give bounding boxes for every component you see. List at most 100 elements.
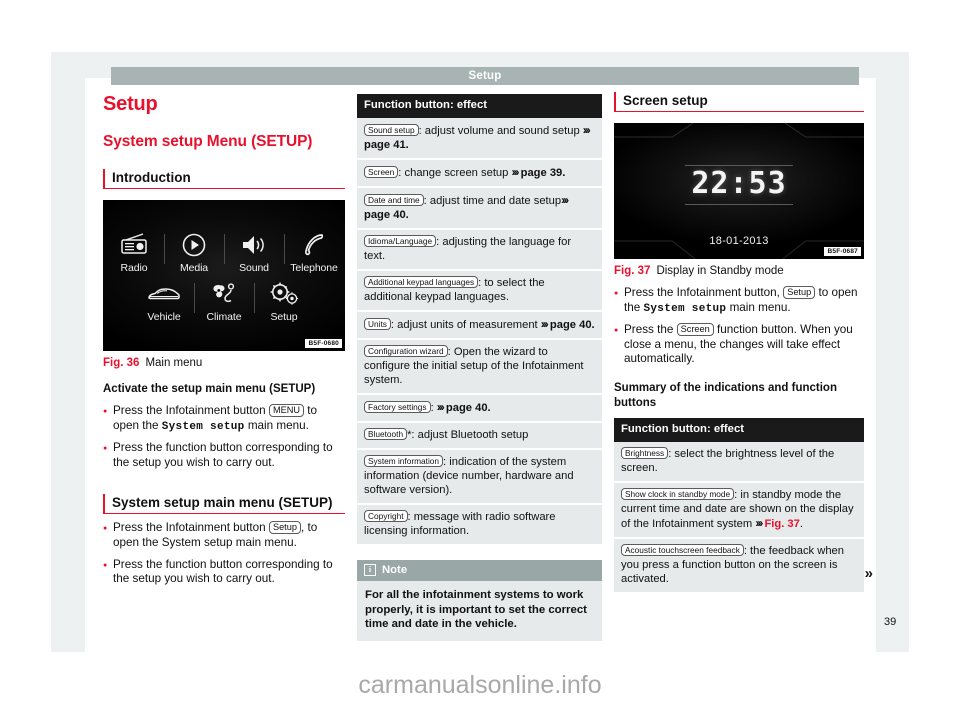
info-icon: i <box>364 564 376 576</box>
table-row[interactable]: Factory settings: ››› page 40. <box>357 395 602 423</box>
summary-heading: Summary of the indications and function … <box>614 381 837 409</box>
function-button-chip[interactable]: Units <box>364 318 391 330</box>
bullet-open-setup-menu: Press the Infotainment button Setup, to … <box>103 521 345 550</box>
menu-label-radio: Radio <box>120 261 148 274</box>
bullet-1-pre: Press the Infotainment button, <box>624 286 784 299</box>
menu-key-button[interactable]: MENU <box>268 404 304 417</box>
menu-label-vehicle: Vehicle <box>147 310 181 323</box>
main-menu-grid: Radio Media Sound Telephone Vehicle Clim… <box>103 200 345 351</box>
function-button-chip[interactable]: Copyright <box>364 510 408 522</box>
function-button-chip[interactable]: Bluetooth <box>364 428 408 440</box>
bullet-1-post: main menu. <box>244 418 309 432</box>
clock-rule-bottom <box>685 204 793 205</box>
screen-key-button[interactable]: Screen <box>676 323 714 337</box>
row-text: : adjust volume and sound setup <box>418 125 583 137</box>
row-ref[interactable]: page 40. <box>446 402 491 414</box>
figure-caption-text: Main menu <box>145 357 203 369</box>
function-button-chip[interactable]: Brightness <box>621 446 669 459</box>
row-ref[interactable]: page 40. <box>550 319 595 331</box>
climate-fan-icon <box>209 277 239 311</box>
row-ref[interactable]: Fig. 37 <box>764 518 799 530</box>
main-menu-row-1: Radio Media Sound Telephone <box>104 228 344 275</box>
section-heading-system-setup-menu: System setup main menu (SETUP) <box>103 494 345 515</box>
row-ref[interactable]: page 39. <box>521 167 566 179</box>
function-button-chip[interactable]: Configuration wizard <box>364 345 448 357</box>
page-title: Setup <box>103 93 158 115</box>
section-heading-introduction: Introduction <box>103 169 345 189</box>
screen-function-table: Function button: effect Brightness: sele… <box>614 417 864 592</box>
bullet-press-function-button-2: Press the function button corresponding … <box>103 558 345 587</box>
table-row[interactable]: Brightness: select the brightness level … <box>614 441 864 483</box>
running-header: Setup <box>111 67 859 85</box>
function-button-chip[interactable]: Show clock in standby mode <box>621 487 735 500</box>
setup-key-button[interactable]: Setup <box>268 521 301 535</box>
row-text: : adjust units of measurement <box>390 319 541 331</box>
bullet-open-system-setup: Press the Infotainment button MENU to op… <box>103 404 345 434</box>
standby-date: 18-01-2013 <box>709 235 769 247</box>
bullet-1-pre: Press the Infotainment button <box>113 404 269 417</box>
note-body: For all the infotainment systems to work… <box>365 589 587 630</box>
function-button-chip[interactable]: Sound setup <box>364 124 419 136</box>
menu-item-radio[interactable]: Radio <box>104 228 164 275</box>
function-button-chip[interactable]: Idioma/Language <box>364 235 437 247</box>
menu-item-vehicle[interactable]: Vehicle <box>134 277 194 324</box>
page-number: 39 <box>884 616 897 628</box>
row-ref[interactable]: page 40. <box>364 209 409 221</box>
figure-code-badge: B5F-0687 <box>824 247 861 256</box>
bullet-open-system-setup-right: Press the Infotainment button, Setup to … <box>614 286 864 316</box>
table-row[interactable]: Date and time: adjust time and date setu… <box>357 188 602 230</box>
main-menu-row-2: Vehicle Climate Setup <box>134 277 314 324</box>
menu-item-setup[interactable]: Setup <box>254 277 314 324</box>
table-header: Function button: effect <box>357 94 602 118</box>
figure-caption: Fig. 37 Display in Standby mode <box>614 264 864 279</box>
table-row[interactable]: Sound setup: adjust volume and sound set… <box>357 118 602 160</box>
bullet-2-pre: Press the <box>624 323 677 337</box>
menu-item-climate[interactable]: Climate <box>194 277 254 324</box>
activate-heading: Activate the setup main menu (SETUP) <box>103 383 316 395</box>
menu-item-sound[interactable]: Sound <box>224 228 284 275</box>
bullet-press-function-button: Press the function button corresponding … <box>103 441 345 470</box>
bullet-1-mono: System setup <box>161 420 245 433</box>
figure-code-badge: B5F-0680 <box>305 339 342 348</box>
right-column: Screen setup 22:53 18-01-2013 B5F-0687 F… <box>614 92 873 592</box>
table-row[interactable]: Configuration wizard: Open the wizard to… <box>357 340 602 395</box>
reference-arrow-icon: ››› <box>755 515 763 530</box>
standby-clock-block: 22:53 <box>614 165 864 205</box>
function-button-chip[interactable]: Acoustic touchscreen feedback <box>621 543 744 556</box>
watermark: carmanualsonline.info <box>358 671 602 699</box>
table-row[interactable]: Bluetooth *: adjust Bluetooth setup <box>357 423 602 450</box>
menu-item-telephone[interactable]: Telephone <box>284 228 344 275</box>
gears-icon <box>268 277 300 311</box>
table-row[interactable]: System information: indication of the sy… <box>357 450 602 505</box>
row-ref-suffix: . <box>799 517 803 530</box>
table-row[interactable]: Additional keypad languages: to select t… <box>357 271 602 312</box>
table-row[interactable]: Units: adjust units of measurement ››› p… <box>357 312 602 340</box>
table-row[interactable]: Show clock in standby mode: in standby m… <box>614 482 864 539</box>
reference-arrow-icon: ››› <box>540 317 549 331</box>
function-button-chip[interactable]: System information <box>364 455 444 467</box>
reference-arrow-icon: ››› <box>561 193 569 207</box>
table-row[interactable]: Screen: change screen setup ››› page 39. <box>357 160 602 188</box>
middle-column: Function button: effect Sound setup: adj… <box>357 92 602 641</box>
reference-arrow-icon: ››› <box>511 165 520 179</box>
function-button-chip[interactable]: Factory settings <box>364 401 431 413</box>
phone-handset-icon <box>301 228 327 262</box>
infotainment-main-menu-screen: Radio Media Sound Telephone Vehicle Clim… <box>103 200 345 351</box>
setup-key-button[interactable]: Setup <box>783 286 816 299</box>
figure-number: Fig. 37 <box>614 265 651 277</box>
infotainment-standby-screen: 22:53 18-01-2013 B5F-0687 <box>614 123 864 259</box>
page-content: Setup System setup Menu (SETUP) Introduc… <box>103 92 875 641</box>
standby-clock: 22:53 <box>691 166 787 201</box>
function-button-chip[interactable]: Date and time <box>364 194 424 206</box>
function-button-chip[interactable]: Additional keypad languages <box>364 276 479 288</box>
row-text: : change screen setup <box>398 167 512 179</box>
table-row[interactable]: Acoustic touchscreen feedback: the feedb… <box>614 538 864 592</box>
function-button-chip[interactable]: Screen <box>364 166 399 178</box>
table-row[interactable]: Copyright: message with radio software l… <box>357 505 602 544</box>
reference-arrow-icon: ››› <box>436 400 445 414</box>
car-icon <box>147 277 181 311</box>
note-title: Note <box>382 564 408 576</box>
table-row[interactable]: Idioma/Language: adjusting the language … <box>357 230 602 271</box>
row-ref[interactable]: page 41. <box>364 139 409 151</box>
menu-item-media[interactable]: Media <box>164 228 224 275</box>
